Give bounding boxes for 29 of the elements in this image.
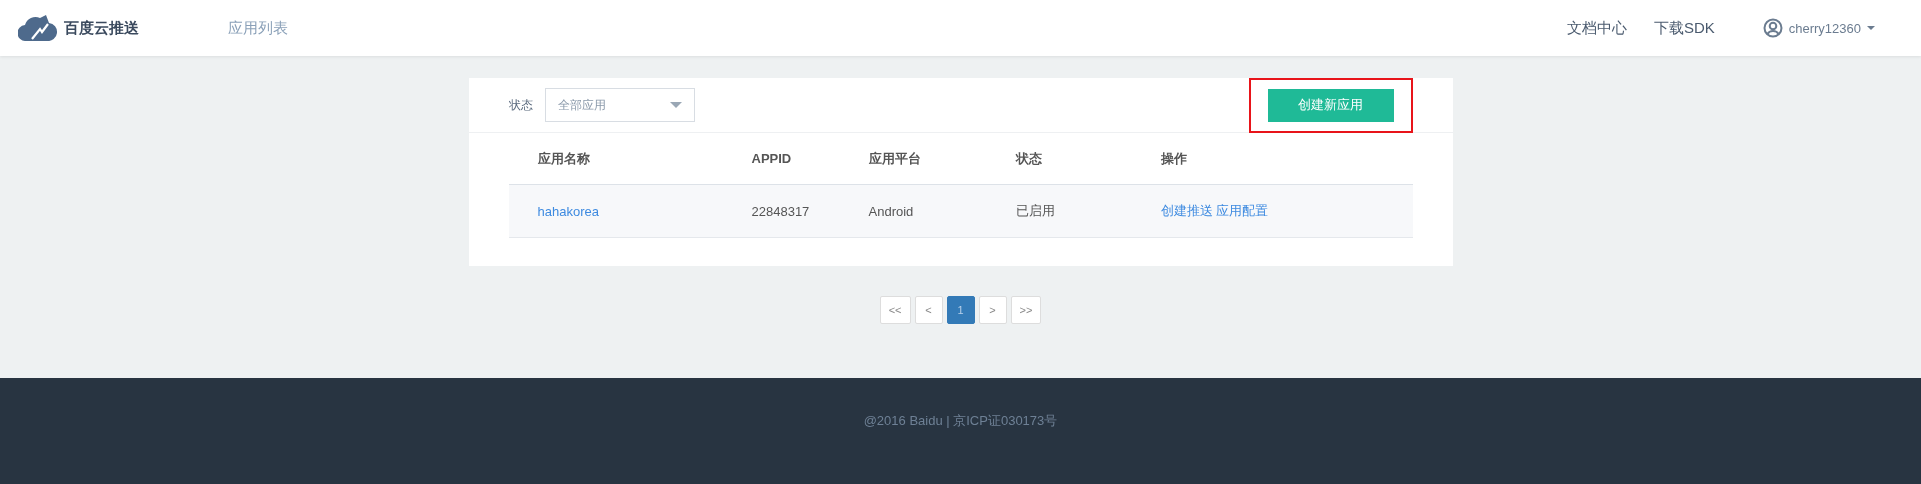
page-button[interactable]: <<	[879, 296, 911, 324]
action-link[interactable]: 应用配置	[1216, 203, 1269, 218]
page-button[interactable]: <	[914, 296, 943, 324]
table-cell: 22848317	[751, 203, 810, 219]
caret-icon[interactable]	[1867, 26, 1875, 30]
page-button[interactable]: >	[978, 296, 1007, 324]
page-button[interactable]: >>	[1010, 296, 1042, 324]
create-app-button[interactable]: 创建新应用	[1267, 88, 1394, 122]
column-header: 应用平台	[868, 150, 921, 166]
table-cell: 已启用	[1015, 203, 1055, 218]
nav-link[interactable]: 文档中心	[1566, 18, 1627, 38]
nav-link[interactable]: 下载SDK	[1653, 18, 1715, 38]
filter-label: 状态	[508, 96, 533, 114]
status-dropdown[interactable]: 全部应用	[544, 88, 695, 122]
nav-link[interactable]: 应用列表	[228, 18, 288, 38]
table-cell: Android	[868, 203, 914, 219]
copyright-text: @2016 Baidu | 京ICP证030173号	[863, 412, 1058, 430]
column-header: 操作	[1160, 150, 1187, 166]
column-header: 应用名称	[537, 150, 590, 166]
caret-icon[interactable]	[669, 102, 682, 108]
user-name[interactable]: cherry12360	[1788, 20, 1861, 36]
column-header: 状态	[1015, 150, 1042, 166]
action-link[interactable]: 创建推送	[1160, 203, 1213, 218]
column-header: APPID	[751, 151, 792, 166]
user-icon[interactable]	[1762, 18, 1783, 38]
brand-name: 百度云推送	[64, 18, 139, 38]
page-button[interactable]: 1	[946, 296, 975, 324]
app-name-link[interactable]: hahakorea	[537, 203, 599, 219]
cloud-logo-icon	[18, 15, 58, 41]
